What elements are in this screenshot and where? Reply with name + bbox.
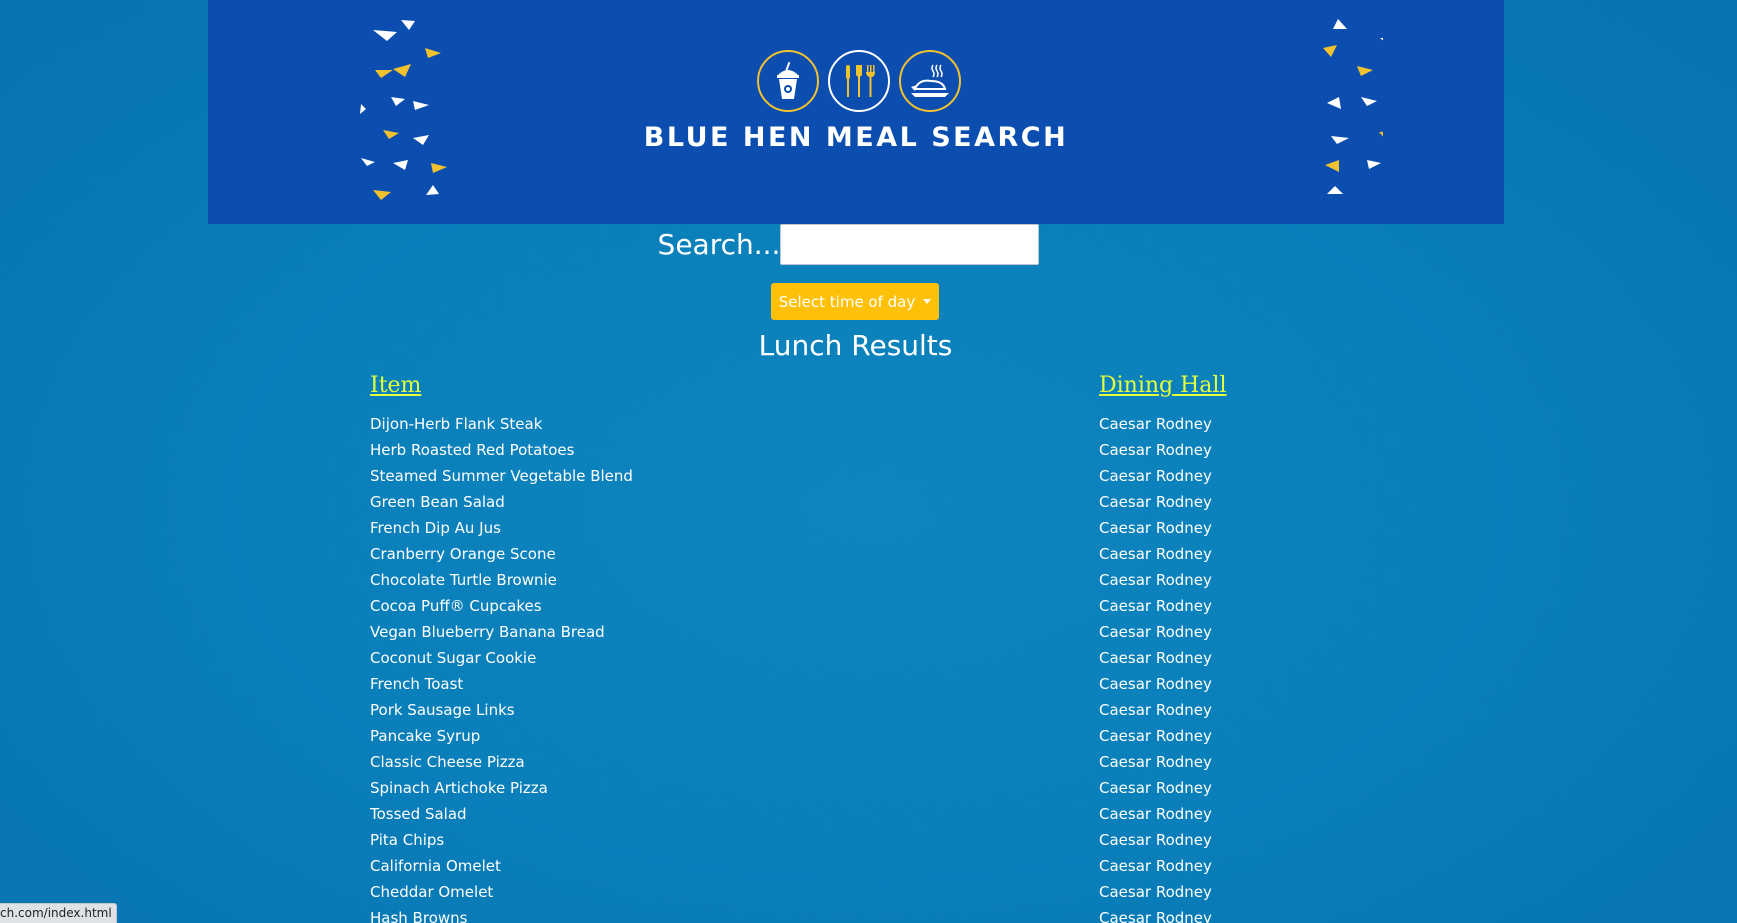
confetti-decoration-right [1323, 19, 1383, 194]
row-item-name: French Dip Au Jus [370, 519, 501, 537]
table-row: Dijon-Herb Flank Steak Caesar Rodney [370, 411, 1270, 437]
row-item-name: Coconut Sugar Cookie [370, 649, 537, 667]
row-dining-hall: Caesar Rodney [1099, 441, 1212, 459]
row-item-name: Cranberry Orange Scone [370, 545, 556, 563]
row-dining-hall: Caesar Rodney [1099, 493, 1212, 511]
row-dining-hall: Caesar Rodney [1099, 623, 1212, 641]
results-table: Dijon-Herb Flank Steak Caesar Rodney Herb … [370, 411, 1270, 923]
row-item-name: Pita Chips [370, 831, 445, 849]
row-dining-hall: Caesar Rodney [1099, 909, 1212, 923]
row-item-name: Dijon-Herb Flank Steak [370, 415, 543, 433]
table-row: Green Bean Salad Caesar Rodney [370, 489, 1270, 515]
table-row: Tossed Salad Caesar Rodney [370, 801, 1270, 827]
row-item-name: Tossed Salad [370, 805, 467, 823]
table-row: Classic Cheese Pizza Caesar Rodney [370, 749, 1270, 775]
column-header-item[interactable]: Item [370, 373, 421, 398]
row-item-name: Chocolate Turtle Brownie [370, 571, 557, 589]
time-of-day-dropdown[interactable]: Select time of day [771, 283, 939, 320]
row-dining-hall: Caesar Rodney [1099, 467, 1212, 485]
row-item-name: Hash Browns [370, 909, 468, 923]
table-row: Cranberry Orange Scone Caesar Rodney [370, 541, 1270, 567]
status-bar-url: ch.com/index.html [0, 903, 117, 923]
row-dining-hall: Caesar Rodney [1099, 727, 1212, 745]
row-item-name: French Toast [370, 675, 464, 693]
row-item-name: Classic Cheese Pizza [370, 753, 525, 771]
table-row: Pancake Syrup Caesar Rodney [370, 723, 1270, 749]
table-row: Coconut Sugar Cookie Caesar Rodney [370, 645, 1270, 671]
row-item-name: Pork Sausage Links [370, 701, 515, 719]
table-row: Hash Browns Caesar Rodney [370, 905, 1270, 923]
time-of-day-dropdown-label: Select time of day [778, 292, 916, 311]
row-item-name: Herb Roasted Red Potatoes [370, 441, 575, 459]
table-row: French Toast Caesar Rodney [370, 671, 1270, 697]
row-item-name: Pancake Syrup [370, 727, 481, 745]
table-row: Chocolate Turtle Brownie Caesar Rodney [370, 567, 1270, 593]
row-dining-hall: Caesar Rodney [1099, 571, 1212, 589]
table-row: California Omelet Caesar Rodney [370, 853, 1270, 879]
row-item-name: Cheddar Omelet [370, 883, 494, 901]
column-header-dining-hall[interactable]: Dining Hall [1099, 373, 1227, 398]
row-dining-hall: Caesar Rodney [1099, 545, 1212, 563]
row-item-name: Vegan Blueberry Banana Bread [370, 623, 605, 641]
search-row: Search... [0, 224, 1737, 265]
table-row: Herb Roasted Red Potatoes Caesar Rodney [370, 437, 1270, 463]
table-row: Cheddar Omelet Caesar Rodney [370, 879, 1270, 905]
header-banner: BLUE HEN MEAL SEARCH [208, 0, 1504, 224]
table-row: Pork Sausage Links Caesar Rodney [370, 697, 1270, 723]
row-dining-hall: Caesar Rodney [1099, 675, 1212, 693]
row-item-name: Cocoa Puff® Cupcakes [370, 597, 542, 615]
table-row: French Dip Au Jus Caesar Rodney [370, 515, 1270, 541]
results-title: Lunch Results [758, 329, 953, 362]
table-row: Vegan Blueberry Banana Bread Caesar Rodne… [370, 619, 1270, 645]
row-dining-hall: Caesar Rodney [1099, 831, 1212, 849]
logo-icons [757, 50, 973, 116]
table-row: Steamed Summer Vegetable Blend Caesar Rod… [370, 463, 1270, 489]
search-input[interactable] [780, 224, 1040, 265]
confetti-decoration-left [360, 20, 447, 200]
drink-cup-icon [757, 50, 819, 112]
site-title: BLUE HEN MEAL SEARCH [643, 122, 1069, 153]
row-dining-hall: Caesar Rodney [1099, 519, 1212, 537]
table-row: Spinach Artichoke Pizza Caesar Rodney [370, 775, 1270, 801]
search-label: Search... [657, 227, 781, 261]
row-item-name: California Omelet [370, 857, 501, 875]
table-row: Cocoa Puff® Cupcakes Caesar Rodney [370, 593, 1270, 619]
row-dining-hall: Caesar Rodney [1099, 857, 1212, 875]
row-dining-hall: Caesar Rodney [1099, 649, 1212, 667]
table-row: Pita Chips Caesar Rodney [370, 827, 1270, 853]
row-dining-hall: Caesar Rodney [1099, 883, 1212, 901]
row-item-name: Green Bean Salad [370, 493, 505, 511]
row-dining-hall: Caesar Rodney [1099, 597, 1212, 615]
roast-chicken-icon [899, 50, 961, 112]
row-dining-hall: Caesar Rodney [1099, 779, 1212, 797]
row-item-name: Spinach Artichoke Pizza [370, 779, 548, 797]
utensils-icon [828, 50, 890, 112]
row-item-name: Steamed Summer Vegetable Blend [370, 467, 633, 485]
row-dining-hall: Caesar Rodney [1099, 753, 1212, 771]
row-dining-hall: Caesar Rodney [1099, 415, 1212, 433]
row-dining-hall: Caesar Rodney [1099, 701, 1212, 719]
caret-down-icon [923, 299, 932, 304]
row-dining-hall: Caesar Rodney [1099, 805, 1212, 823]
